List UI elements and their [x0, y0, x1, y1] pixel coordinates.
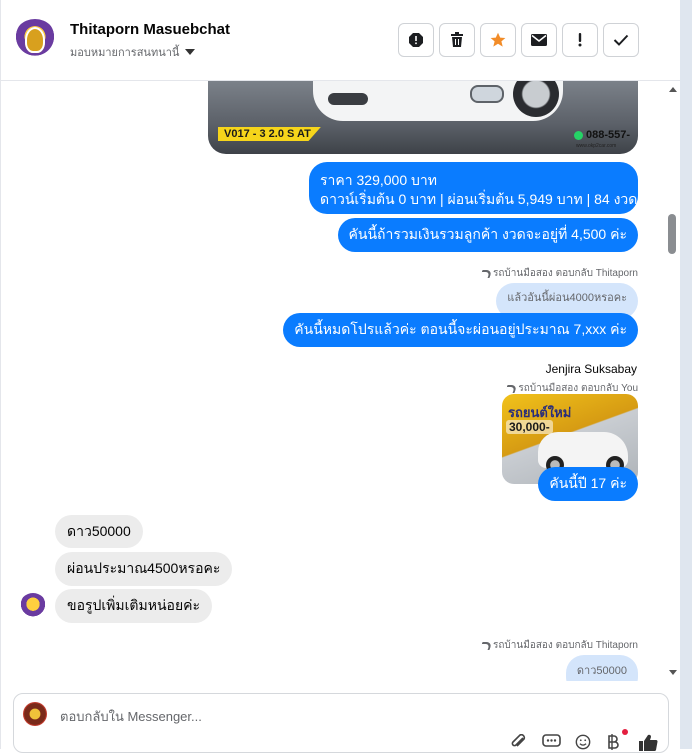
reply-composer — [13, 693, 669, 753]
message-outgoing-price[interactable]: ราคา 329,000 บาท ดาวน์เริ่มต้น 0 บาท | ผ… — [309, 162, 638, 214]
reply-input[interactable] — [58, 705, 482, 727]
reply-icon — [504, 384, 518, 393]
header-actions — [398, 23, 639, 57]
message-scrollbar[interactable] — [665, 81, 681, 681]
contact-avatar-small[interactable] — [19, 593, 47, 621]
photo-plate-text: V017 - 3 2.0 S AT — [218, 127, 321, 141]
delete-button[interactable] — [439, 23, 475, 57]
photo-phone-text: 088-557- — [574, 129, 630, 141]
reply-icon — [479, 641, 493, 650]
assign-label: มอบหมายการสนทนานี้ — [70, 47, 180, 59]
baht-icon — [608, 734, 619, 750]
scroll-up-icon[interactable] — [669, 87, 677, 92]
attach-button[interactable] — [510, 734, 530, 750]
conversation-panel: Thitaporn Masuebchat มอบหมายการสนทนานี้ — [0, 0, 681, 753]
contact-name[interactable]: Thitaporn Masuebchat — [70, 21, 230, 38]
photo-price-text: 30,000- — [506, 420, 553, 434]
message-outgoing-reply[interactable]: คันนี้หมดโปรแล้วค่ะ ตอนนี้จะผ่อนอยู่ประม… — [283, 313, 638, 347]
message-incoming[interactable]: ดาว50000 — [55, 515, 143, 548]
like-button[interactable] — [638, 734, 658, 752]
trash-icon — [451, 32, 463, 47]
caret-down-icon — [185, 49, 196, 55]
emoji-button[interactable] — [574, 734, 594, 750]
exclamation-icon — [578, 33, 582, 47]
scroll-thumb[interactable] — [668, 214, 676, 254]
contact-avatar[interactable] — [13, 19, 57, 63]
window-edge — [680, 0, 692, 749]
star-icon — [490, 32, 506, 47]
message-list: V017 - 3 2.0 S AT 088-557- www.okp2car.c… — [1, 81, 665, 681]
scroll-down-icon[interactable] — [669, 670, 677, 675]
paperclip-icon — [511, 734, 526, 747]
reply-meta: รถบ้านมือสอง ตอบกลับ Thitaporn — [479, 266, 638, 281]
photo-web-text: www.okp2car.com — [576, 143, 617, 149]
message-incoming[interactable]: ขอรูปเพิ่มเติมหน่อยค่ะ — [55, 589, 213, 623]
page-avatar — [23, 702, 47, 726]
spam-icon — [409, 33, 423, 47]
mark-unread-button[interactable] — [521, 23, 557, 57]
spam-button[interactable] — [398, 23, 434, 57]
message-outgoing[interactable]: คันนี้ถ้ารวมเงินรวมลูกค้า งวดจะอยู่ที่ 4… — [337, 218, 638, 252]
assign-conversation-dropdown[interactable]: มอบหมายการสนทนานี้ — [70, 43, 196, 61]
thumbs-up-icon — [639, 734, 658, 752]
mark-done-button[interactable] — [603, 23, 639, 57]
check-icon — [613, 34, 629, 46]
whatsapp-icon — [574, 130, 583, 140]
sender-name: Jenjira Suksabay — [545, 362, 637, 376]
price-line-1: ราคา 329,000 บาท — [320, 172, 437, 188]
mail-icon — [531, 34, 547, 46]
star-button[interactable] — [480, 23, 516, 57]
car-photo-attachment[interactable]: V017 - 3 2.0 S AT 088-557- www.okp2car.c… — [208, 81, 638, 154]
composer-tools — [510, 729, 658, 752]
chat-bubble-icon — [542, 734, 561, 747]
saved-replies-button[interactable] — [542, 734, 562, 750]
follow-up-button[interactable] — [562, 23, 598, 57]
payment-button[interactable] — [606, 729, 628, 750]
reply-icon — [479, 269, 493, 278]
message-incoming[interactable]: ผ่อนประมาณ4500หรอคะ — [55, 552, 233, 586]
emoji-icon — [575, 734, 591, 750]
notification-dot — [622, 729, 628, 735]
quoted-message[interactable]: ดาว50000 — [565, 655, 638, 681]
conversation-header: Thitaporn Masuebchat มอบหมายการสนทนานี้ — [1, 0, 681, 81]
reply-meta: รถบ้านมือสอง ตอบกลับ Thitaporn — [479, 638, 638, 653]
message-outgoing-reply[interactable]: คันนี้ปี 17 ค่ะ — [538, 467, 638, 501]
price-line-2: ดาวน์เริ่มต้น 0 บาท | ผ่อนเริ่มต้น 5,949… — [320, 191, 638, 207]
